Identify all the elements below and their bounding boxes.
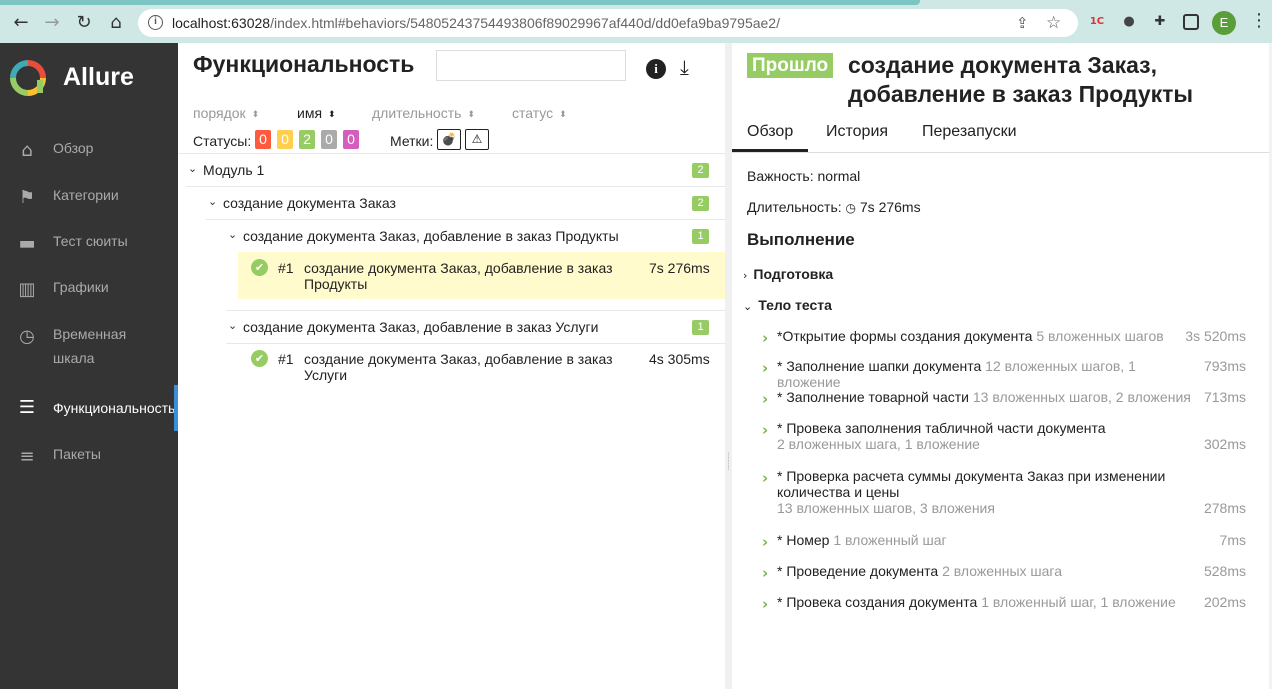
tree-group-feature[interactable]: ⌄ создание документа Заказ 2: [178, 186, 725, 219]
tab-overview[interactable]: Обзор: [747, 123, 793, 141]
bar-chart-icon: ▥: [18, 279, 36, 300]
back-icon[interactable]: ←: [10, 12, 32, 34]
count-badge: 2: [692, 196, 709, 211]
bomb-icon[interactable]: 💣: [437, 129, 461, 150]
chevron-down-icon: ⌄: [743, 300, 753, 313]
sidebar: Allure ⌂ Обзор ⚑ Категории ▬ Тест сюиты …: [0, 43, 178, 689]
tab-history[interactable]: История: [826, 123, 888, 141]
bookmark-star-icon[interactable]: ☆: [1046, 13, 1061, 33]
page-title: Функциональность: [193, 51, 415, 77]
step-row[interactable]: › *Открытие формы создания документа 5 в…: [762, 328, 1252, 356]
chevron-down-icon: ⌄: [188, 162, 198, 175]
test-case-row-services[interactable]: ✔ #1 создание документа Заказ, добавлени…: [238, 343, 725, 390]
site-info-icon[interactable]: i: [148, 15, 163, 30]
count-badge: 2: [692, 163, 709, 178]
setup-section[interactable]: › Подготовка: [743, 266, 833, 282]
status-filter-unknown[interactable]: 0: [343, 130, 359, 149]
test-case-name: создание документа Заказ, добавление в з…: [304, 260, 613, 292]
status-filter-passed[interactable]: 2: [299, 130, 315, 149]
step-row[interactable]: › * Номер 1 вложенный шаг 7ms: [762, 532, 1252, 560]
test-case-row-products[interactable]: ✔ #1 создание документа Заказ, добавлени…: [238, 252, 725, 299]
chevron-right-icon: ›: [762, 421, 769, 439]
allure-logo-icon: [10, 60, 46, 96]
share-icon[interactable]: ⇪: [1016, 14, 1029, 32]
sort-order[interactable]: порядок ⬍: [193, 105, 259, 121]
step-row[interactable]: › * Проверка расчета суммы документа Зак…: [762, 468, 1252, 524]
briefcase-icon: ▬: [18, 233, 36, 254]
tree-group-story-services[interactable]: ⌄ создание документа Заказ, добавление в…: [178, 310, 725, 343]
chevron-right-icon: ›: [762, 329, 769, 347]
list-icon: ☰: [18, 397, 36, 418]
side-panel-icon[interactable]: [1183, 14, 1199, 30]
status-filter-failed[interactable]: 0: [255, 130, 271, 149]
test-case-duration: 4s 305ms: [649, 351, 710, 367]
home-icon[interactable]: ⌂: [105, 12, 127, 34]
passed-check-icon: ✔: [251, 350, 268, 367]
step-row[interactable]: › * Заполнение товарной части 13 вложенн…: [762, 389, 1252, 417]
sort-status[interactable]: статус ⬍: [512, 105, 567, 121]
address-bar[interactable]: i localhost:63028/index.html#behaviors/5…: [138, 9, 1078, 37]
step-row[interactable]: › * Заполнение шапки документа 12 вложен…: [762, 358, 1252, 390]
chevron-right-icon: ›: [743, 269, 748, 282]
status-badge: Прошло: [747, 53, 834, 78]
execution-heading: Выполнение: [747, 230, 855, 249]
url-text[interactable]: localhost:63028/index.html#behaviors/548…: [172, 15, 780, 31]
search-input[interactable]: [436, 50, 626, 81]
clock-icon: ◷: [19, 326, 35, 347]
passed-check-icon: ✔: [251, 259, 268, 276]
test-case-duration: 7s 276ms: [649, 260, 710, 276]
step-row[interactable]: › * Провека заполнения табличной части д…: [762, 420, 1252, 460]
tree-group-module[interactable]: ⌄ Модуль 1 2: [178, 153, 725, 186]
count-badge: 1: [692, 320, 709, 335]
test-case-name: создание документа Заказ, добавление в з…: [304, 351, 613, 383]
home-icon: ⌂: [21, 140, 33, 161]
tab-retries[interactable]: Перезапуски: [922, 123, 1017, 141]
tab-strip: [0, 0, 920, 5]
download-icon[interactable]: ⤓: [680, 55, 704, 79]
browser-menu-icon[interactable]: ⋮: [1250, 10, 1268, 31]
chevron-right-icon: ›: [762, 390, 769, 408]
divider: [732, 152, 1272, 153]
extensions-puzzle-icon[interactable]: ✚: [1151, 13, 1169, 31]
chevron-right-icon: ›: [762, 359, 769, 377]
app-title: Allure: [63, 63, 134, 91]
labels-label: Метки:: [390, 133, 434, 149]
pane-splitter[interactable]: ⁞ ⁞ ⁞: [725, 43, 732, 689]
flag-icon: ⚑: [18, 187, 36, 208]
severity: Важность: normal: [747, 168, 861, 184]
chevron-right-icon: ›: [762, 595, 769, 613]
tree-group-story-products[interactable]: ⌄ создание документа Заказ, добавление в…: [178, 219, 725, 252]
forward-icon[interactable]: →: [41, 12, 63, 34]
step-row[interactable]: › * Проведение документа 2 вложенных шаг…: [762, 563, 1252, 591]
behaviors-pane: Функциональность i ⤓ порядок ⬍ имя ⬍ длите…: [178, 43, 725, 689]
status-filter-skipped[interactable]: 0: [321, 130, 337, 149]
test-body-section[interactable]: ⌄ Тело теста: [743, 297, 832, 313]
statuses-label: Статусы:: [193, 133, 252, 149]
warning-icon[interactable]: ⚠: [465, 129, 489, 150]
sidebar-item-behaviors[interactable]: ☰ Функциональность: [0, 385, 178, 431]
profile-avatar[interactable]: E: [1212, 11, 1236, 35]
browser-toolbar: ← → ↻ ⌂ i localhost:63028/index.html#beh…: [0, 0, 1272, 43]
packages-icon: ≡: [19, 446, 35, 467]
extension-icon[interactable]: ●: [1120, 13, 1138, 31]
chevron-down-icon: ⌄: [228, 319, 238, 332]
chevron-down-icon: ⌄: [228, 228, 238, 241]
info-icon[interactable]: i: [646, 59, 666, 79]
extension-1c-icon[interactable]: 1С: [1088, 13, 1106, 31]
chevron-down-icon: ⌄: [208, 195, 218, 208]
test-title: создание документа Заказ, добавление в за…: [848, 52, 1194, 107]
sort-name[interactable]: имя ⬍: [297, 105, 336, 121]
count-badge: 1: [692, 229, 709, 244]
chevron-right-icon: ›: [762, 533, 769, 551]
test-result-pane: Прошло создание документа Заказ, добавлен…: [732, 43, 1272, 689]
step-row[interactable]: › * Провека создания документа 1 вложенн…: [762, 594, 1252, 622]
sort-duration[interactable]: длительность ⬍: [372, 105, 475, 121]
status-filter-broken[interactable]: 0: [277, 130, 293, 149]
chevron-right-icon: ›: [762, 469, 769, 487]
clock-icon: ◷: [845, 201, 856, 215]
chevron-right-icon: ›: [762, 564, 769, 582]
splitter-grip-icon[interactable]: ⁞ ⁞ ⁞: [726, 452, 731, 483]
duration-row: Длительность: ◷ 7s 276ms: [747, 199, 921, 215]
reload-icon[interactable]: ↻: [73, 12, 95, 34]
